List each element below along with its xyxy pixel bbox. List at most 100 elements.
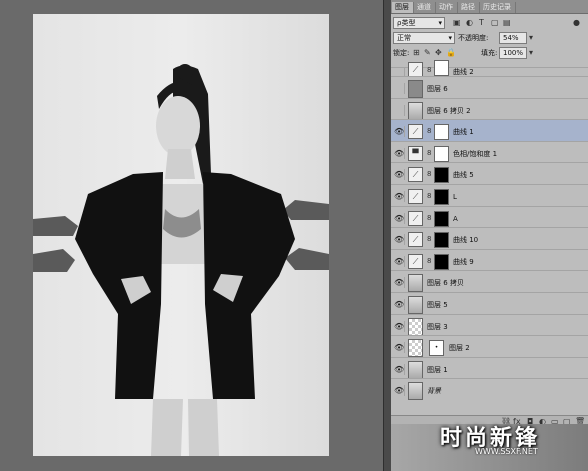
shape-filter-icon[interactable]: ▢ <box>491 17 499 29</box>
visibility-eye-icon[interactable]: 👁 <box>394 234 405 246</box>
watermark-url: WWW.SSXF.NET <box>475 447 538 456</box>
layer-thumbnail[interactable] <box>408 382 423 401</box>
layer-mask-thumbnail[interactable] <box>434 145 449 162</box>
layer-row[interactable]: 👁 ▀ 8 色相/饱和度 1 <box>391 140 588 163</box>
visibility-eye-icon[interactable]: 👁 <box>394 385 405 397</box>
opacity-label: 不透明度: <box>458 34 489 42</box>
layer-name: 图层 1 <box>427 365 448 374</box>
layer-thumbnail[interactable] <box>408 339 423 358</box>
layer-row[interactable]: 👁 ⟋ 8 曲线 9 <box>391 248 588 271</box>
curves-adjustment-icon: ⟋ <box>408 124 423 140</box>
mask-link-icon[interactable]: 8 <box>427 127 431 135</box>
layer-row[interactable]: 👁 ⟋ 8 曲线 10 <box>391 227 588 250</box>
curves-adjustment-icon: ⟋ <box>408 210 423 226</box>
layer-row[interactable]: 👁 ⟋ 8 L <box>391 184 588 206</box>
curves-adjustment-icon: ⟋ <box>408 253 423 269</box>
layer-mask-thumbnail[interactable] <box>434 210 449 227</box>
blend-mode-value: 正常 <box>397 34 411 42</box>
layer-row[interactable]: 👁 • 图层 2 <box>391 335 588 358</box>
layer-thumbnail[interactable] <box>408 296 423 314</box>
mask-link-icon[interactable]: 8 <box>427 192 431 200</box>
hue-saturation-adjustment-icon: ▀ <box>408 145 423 161</box>
layer-thumbnail[interactable] <box>408 101 423 120</box>
layer-mask-thumbnail[interactable] <box>434 189 449 205</box>
lock-label: 锁定: <box>393 49 410 57</box>
document-photo[interactable] <box>33 14 329 456</box>
layer-row[interactable]: 👁 图层 3 <box>391 313 588 336</box>
layer-row[interactable]: ⟋ 8 曲线 2 <box>391 60 588 78</box>
layer-thumbnail[interactable] <box>408 80 423 98</box>
blend-mode-select[interactable]: 正常 ▾ <box>393 32 455 44</box>
pixel-filter-icon[interactable]: ▣ <box>453 17 461 29</box>
layers-panel: 图层 通道 动作 路径 历史记录 ρ类型 ▾ ▣ ◐ T ▢ ▤ ● 正常 ▾ 不透… <box>391 0 588 471</box>
layer-row[interactable]: 👁 图层 6 拷贝 <box>391 270 588 293</box>
layer-name: A <box>453 214 458 223</box>
mask-link-icon[interactable]: 8 <box>427 170 431 178</box>
layer-row[interactable]: 👁 ⟋ 8 A <box>391 205 588 228</box>
model-photo-illustration <box>33 64 329 456</box>
layer-mask-thumbnail[interactable] <box>434 60 449 76</box>
visibility-eye-icon[interactable]: 👁 <box>394 342 405 354</box>
mask-link-icon[interactable]: 8 <box>427 214 431 222</box>
tab-actions[interactable]: 动作 <box>436 2 458 13</box>
layer-name: 背景 <box>427 387 441 396</box>
visibility-eye-icon[interactable]: 👁 <box>394 255 405 267</box>
layer-row[interactable]: 👁 ⟋ 8 曲线 1 <box>391 119 588 142</box>
layer-row[interactable]: 图层 6 <box>391 76 588 98</box>
mask-link-icon[interactable]: 8 <box>427 235 431 243</box>
visibility-eye-icon[interactable]: 👁 <box>394 299 405 310</box>
visibility-eye-icon[interactable]: 👁 <box>394 320 405 332</box>
layer-row[interactable]: 👁 图层 1 <box>391 356 588 379</box>
layer-thumbnail[interactable] <box>408 360 423 379</box>
layer-thumbnail[interactable] <box>408 317 423 336</box>
layer-name: 图层 5 <box>427 301 448 309</box>
layer-thumbnail[interactable] <box>408 274 423 293</box>
mask-link-icon[interactable]: 8 <box>427 149 431 157</box>
layer-row[interactable]: 图层 6 拷贝 2 <box>391 97 588 120</box>
layer-content-thumbnail[interactable]: • <box>429 340 444 357</box>
tab-layers[interactable]: 图层 <box>392 2 414 13</box>
tab-history[interactable]: 历史记录 <box>480 2 516 13</box>
lock-image-icon[interactable]: ✎ <box>424 47 431 59</box>
curves-adjustment-icon: ⟋ <box>408 167 423 183</box>
type-filter-icon[interactable]: T <box>479 17 484 29</box>
layer-mask-thumbnail[interactable] <box>434 167 449 184</box>
visibility-eye-icon[interactable]: 👁 <box>394 147 405 159</box>
fill-input[interactable]: 100% <box>499 47 527 59</box>
mask-link-icon[interactable]: 8 <box>427 257 431 265</box>
visibility-eye-icon[interactable] <box>394 83 405 94</box>
smart-filter-icon[interactable]: ▤ <box>503 17 511 29</box>
visibility-eye-icon[interactable]: 👁 <box>394 277 405 289</box>
layer-mask-thumbnail[interactable] <box>434 232 449 249</box>
fill-value: 100% <box>503 49 524 57</box>
opacity-value: 54% <box>503 34 519 42</box>
opacity-slider-icon[interactable]: ▾ <box>529 32 533 44</box>
visibility-eye-icon[interactable]: 👁 <box>394 169 405 181</box>
mask-link-icon[interactable]: 8 <box>427 66 431 74</box>
filter-toggle-icon[interactable]: ● <box>573 17 581 27</box>
fill-slider-icon[interactable]: ▾ <box>529 47 533 59</box>
filter-kind-value: ρ类型 <box>397 19 416 27</box>
tab-paths[interactable]: 路径 <box>458 2 480 13</box>
lock-all-icon[interactable]: 🔒 <box>446 47 456 59</box>
layer-row[interactable]: 👁 ⟋ 8 曲线 5 <box>391 162 588 185</box>
visibility-eye-icon[interactable] <box>394 104 405 116</box>
tab-channels[interactable]: 通道 <box>414 2 436 13</box>
adjustment-filter-icon[interactable]: ◐ <box>466 17 473 29</box>
lock-position-icon[interactable]: ✥ <box>435 47 442 59</box>
visibility-eye-icon[interactable]: 👁 <box>394 212 405 224</box>
visibility-eye-icon[interactable]: 👁 <box>394 126 405 138</box>
layer-mask-thumbnail[interactable] <box>434 124 449 141</box>
visibility-eye-icon[interactable]: 👁 <box>394 191 405 202</box>
filter-kind-select[interactable]: ρ类型 ▾ <box>393 17 445 29</box>
visibility-eye-icon[interactable]: 👁 <box>394 363 405 375</box>
canvas-area[interactable] <box>0 0 383 471</box>
opacity-input[interactable]: 54% <box>499 32 527 44</box>
layers-list: ⟋ 8 曲线 2 图层 6 图层 6 拷贝 2 👁 ⟋ 8 曲线 1 👁 ▀ 8 色相/饱和度 1 👁 ⟋ 8… <box>391 60 588 415</box>
layer-row[interactable]: 👁 图层 5 <box>391 292 588 314</box>
lock-transparent-icon[interactable]: ⊞ <box>413 47 420 59</box>
layer-name: 曲线 9 <box>453 257 474 266</box>
layer-mask-thumbnail[interactable] <box>434 253 449 270</box>
layer-row[interactable]: 👁 背景 <box>391 378 588 401</box>
layer-name: 图层 2 <box>449 344 470 353</box>
